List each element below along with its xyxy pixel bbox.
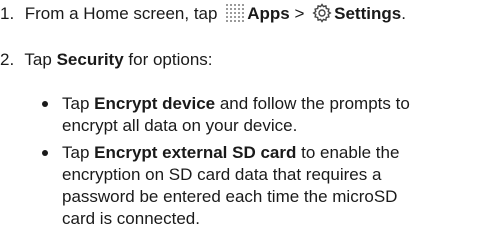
bullet-line: encryption on SD card data that requires… bbox=[62, 165, 382, 184]
apps-grid-icon bbox=[225, 3, 245, 23]
step-1-prefix: From a Home screen, tap bbox=[24, 4, 218, 23]
bullet-line: card is connected. bbox=[62, 209, 200, 228]
security-label: Security bbox=[56, 50, 124, 69]
encrypt-device-label: Encrypt device bbox=[94, 94, 216, 113]
bullet-dot bbox=[42, 150, 48, 156]
menu-separator: > bbox=[294, 4, 305, 23]
bullet-dot bbox=[42, 101, 48, 107]
step-number: 1. bbox=[0, 4, 15, 23]
bullet-prefix: Tap bbox=[62, 143, 90, 162]
bullet-line: password be entered each time the microS… bbox=[62, 187, 398, 206]
settings-gear-icon bbox=[312, 3, 332, 23]
step-2: 2. Tap Security for options: bbox=[0, 49, 213, 71]
bullet-line1-rest: to enable the bbox=[301, 143, 400, 162]
bullet-text: Tap Encrypt device and follow the prompt… bbox=[62, 93, 492, 137]
bullet-line: Tap Encrypt device and follow the prompt… bbox=[62, 93, 492, 115]
apps-label: Apps bbox=[247, 4, 290, 23]
bullet-prefix: Tap bbox=[62, 94, 90, 113]
encrypt-sd-card-label: Encrypt external SD card bbox=[94, 143, 297, 162]
bullet-line1-rest: and follow the prompts to bbox=[219, 94, 410, 113]
settings-label: Settings bbox=[334, 4, 402, 23]
step-1-suffix: . bbox=[401, 4, 406, 23]
step-2-suffix: for options: bbox=[128, 50, 213, 69]
bullet-line: Tap Encrypt external SD card to enable t… bbox=[62, 142, 492, 164]
step-1: 1. From a Home screen, tap Apps > Settin… bbox=[0, 3, 406, 25]
step-number: 2. bbox=[0, 50, 15, 69]
bullet-line: encrypt all data on your device. bbox=[62, 116, 298, 135]
step-2-prefix: Tap bbox=[24, 50, 52, 69]
bullet-text: Tap Encrypt external SD card to enable t… bbox=[62, 142, 492, 230]
